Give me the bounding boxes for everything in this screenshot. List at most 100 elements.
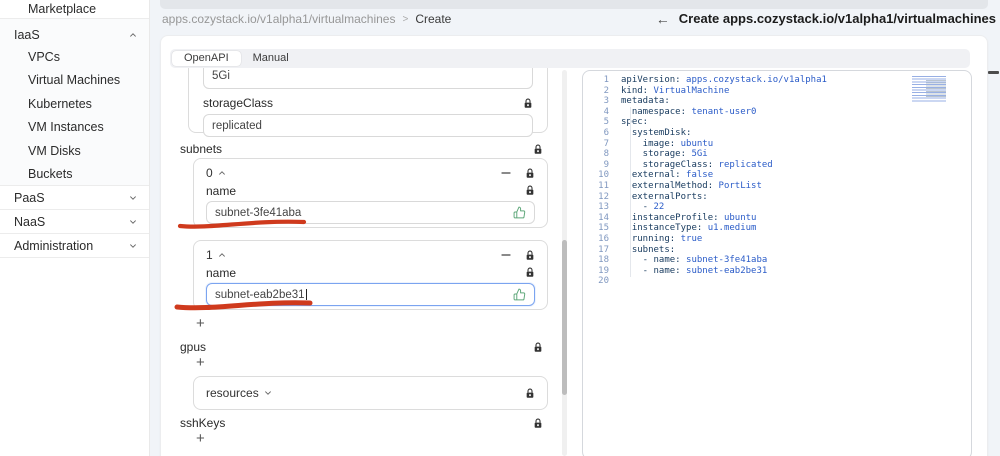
code-line: 17 subnets:	[583, 245, 971, 256]
chevron-down-icon	[264, 389, 272, 397]
code-line: 7 image: ubuntu	[583, 139, 971, 150]
subnet-0-name-input[interactable]: subnet-3fe41aba	[206, 201, 535, 224]
yaml-key: instanceType:	[621, 223, 703, 234]
remove-item-button[interactable]	[501, 250, 511, 260]
line-number: 20	[598, 276, 609, 287]
code-line: 13 - 22	[583, 202, 971, 213]
line-number: 9	[603, 159, 609, 170]
chevron-up-icon	[129, 28, 137, 42]
subnets-section-header: subnets	[180, 142, 548, 156]
tab-manual[interactable]: Manual	[241, 51, 301, 66]
sidebar-item-naas[interactable]: NaaS	[0, 210, 149, 234]
yaml-key: kind:	[621, 85, 649, 96]
lock-icon[interactable]	[523, 98, 533, 109]
code-line: 8 storage: 5Gi	[583, 149, 971, 160]
lock-icon[interactable]	[525, 388, 535, 399]
sidebar-item-marketplace[interactable]: Marketplace	[0, 0, 149, 19]
sidebar-item-kubernetes[interactable]: Kubernetes	[0, 92, 149, 116]
sshkeys-section-header: sshKeys	[180, 416, 548, 430]
yaml-value: tenant-user0	[686, 106, 757, 117]
add-gpu-button[interactable]: +	[196, 355, 212, 372]
storageclass-label: storageClass	[203, 96, 274, 110]
chevron-down-icon	[129, 191, 137, 205]
breadcrumb-resource-link[interactable]: apps.cozystack.io/v1alpha1/virtualmachin…	[162, 12, 395, 26]
lock-icon[interactable]	[533, 418, 543, 429]
yaml-value: ubuntu	[675, 138, 714, 149]
line-number: 5	[603, 117, 609, 128]
code-line: 16 running: true	[583, 234, 971, 245]
breadcrumb-current: Create	[415, 12, 452, 26]
yaml-key: systemDisk:	[621, 127, 692, 138]
sidebar-item-paas[interactable]: PaaS	[0, 186, 149, 210]
yaml-value: true	[675, 233, 703, 244]
chevron-up-icon	[218, 169, 226, 177]
lock-icon[interactable]	[525, 185, 535, 196]
storage-input[interactable]: 5Gi	[203, 68, 533, 89]
resources-toggle[interactable]: resources	[206, 386, 272, 400]
sidebar-item-vm-disks[interactable]: VM Disks	[0, 139, 149, 163]
subnet-1-name-input[interactable]: subnet-eab2be31	[206, 283, 535, 306]
chevron-down-icon	[129, 239, 137, 253]
yaml-value: 5Gi	[686, 149, 708, 160]
code-line: 11 externalMethod: PortList	[583, 181, 971, 192]
line-number: 4	[603, 106, 609, 117]
yaml-value: ubuntu	[718, 212, 757, 223]
page-scrollbar-thumb[interactable]	[988, 71, 999, 74]
thumbs-up-icon[interactable]	[513, 206, 526, 219]
sidebar-item-label: IaaS	[14, 28, 40, 42]
code-line: 12 externalPorts:	[583, 192, 971, 203]
yaml-key: spec:	[621, 117, 649, 128]
collapsed-header-strip	[160, 0, 988, 9]
chevron-down-icon	[129, 215, 137, 229]
yaml-value: subnet-3fe41aba	[680, 255, 768, 266]
chevron-up-icon	[218, 251, 226, 259]
sidebar-item-vpcs[interactable]: VPCs	[0, 45, 149, 69]
lock-icon[interactable]	[525, 267, 535, 278]
tab-openapi[interactable]: OpenAPI	[172, 51, 241, 66]
yaml-key: storageClass:	[621, 159, 714, 170]
breadcrumb-separator: >	[402, 13, 409, 25]
sidebar-item-vm-instances[interactable]: VM Instances	[0, 116, 149, 140]
storageclass-input[interactable]: replicated	[203, 114, 533, 137]
sshkeys-label: sshKeys	[180, 416, 226, 430]
lock-icon[interactable]	[525, 168, 535, 179]
yaml-editor[interactable]: 1 apiVersion: apps.cozystack.io/v1alpha1 …	[582, 70, 972, 456]
line-number: 15	[598, 223, 609, 234]
back-arrow-icon[interactable]: ←	[656, 12, 670, 26]
code-line: 19 - name: subnet-eab2be31	[583, 266, 971, 277]
line-number: 16	[598, 233, 609, 244]
subnet-item-0-card: 0 name subnet-3fe41aba	[193, 158, 548, 228]
subnet-item-1-collapse[interactable]: 1	[206, 248, 226, 262]
yaml-value: replicated	[713, 159, 773, 170]
sidebar-item-buckets[interactable]: Buckets	[0, 163, 149, 187]
line-number: 14	[598, 212, 609, 223]
add-sshkey-button[interactable]: +	[196, 431, 212, 448]
yaml-key: instanceProfile:	[621, 212, 719, 223]
line-number: 1	[603, 75, 609, 85]
lock-icon[interactable]	[525, 250, 535, 261]
form-scrollbar-thumb[interactable]	[562, 240, 567, 395]
subnet-item-1-card: 1 name subnet-eab2be31	[193, 240, 548, 310]
line-number: 10	[598, 170, 609, 181]
gpus-label: gpus	[180, 340, 207, 354]
sidebar: Marketplace IaaS VPCs Virtual Machines K…	[0, 0, 150, 456]
line-number: 7	[603, 138, 609, 149]
yaml-value: PortList	[713, 180, 762, 191]
editor-minimap-detail	[926, 80, 946, 98]
lock-icon[interactable]	[533, 342, 543, 353]
thumbs-up-icon[interactable]	[513, 288, 526, 301]
sidebar-iaas-subitems: VPCs Virtual Machines Kubernetes VM Inst…	[0, 45, 149, 186]
yaml-value: apps.cozystack.io/v1alpha1	[680, 75, 827, 85]
sidebar-item-administration[interactable]: Administration	[0, 234, 149, 258]
subnet-item-0-collapse[interactable]: 0	[206, 166, 226, 180]
remove-item-button[interactable]	[501, 168, 511, 178]
add-subnet-button[interactable]: +	[196, 316, 212, 333]
sidebar-item-virtual-machines[interactable]: Virtual Machines	[0, 69, 149, 93]
name-label: name	[206, 265, 237, 280]
line-number: 18	[598, 255, 609, 266]
code-line: 18 - name: subnet-3fe41aba	[583, 255, 971, 266]
gpus-section-header: gpus	[180, 340, 548, 354]
line-number: 8	[603, 149, 609, 160]
code-line: 4 namespace: tenant-user0	[583, 107, 971, 118]
lock-icon[interactable]	[533, 144, 543, 155]
